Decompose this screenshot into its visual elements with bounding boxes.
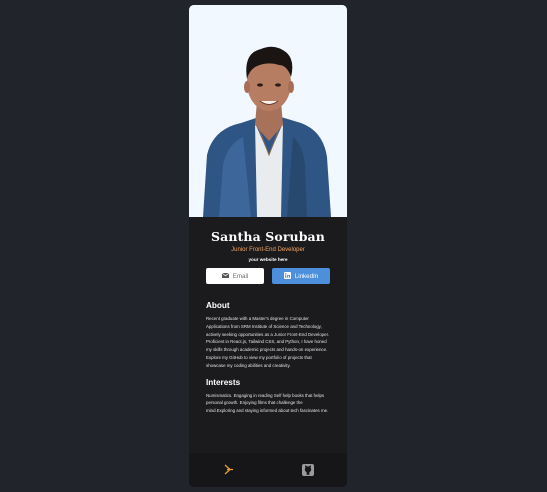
card-footer <box>189 453 347 487</box>
profile-photo <box>189 5 347 217</box>
github-icon[interactable] <box>300 462 316 478</box>
email-button[interactable]: Email <box>206 268 264 284</box>
linkedin-button[interactable]: LinkedIn <box>272 268 330 284</box>
about-text: Recent graduate with a Master's degree i… <box>206 316 330 368</box>
brand-icon[interactable] <box>221 462 237 478</box>
interests-section: Interests Numismatics. Engaging in readi… <box>189 378 347 415</box>
envelope-icon <box>221 272 229 280</box>
linkedin-icon <box>283 271 291 281</box>
email-button-label: Email <box>232 272 249 280</box>
profile-name: Santha Soruban <box>211 229 325 244</box>
interests-heading: Interests <box>206 377 241 387</box>
linkedin-button-label: LinkedIn <box>294 272 319 280</box>
interests-text: Numismatics. Engaging in reading Self he… <box>206 392 329 414</box>
about-heading: About <box>206 301 230 310</box>
about-section: About Recent graduate with a Master's de… <box>189 301 347 370</box>
profile-card: Santha Soruban Junior Front-End Develope… <box>189 5 347 487</box>
profile-photo-image <box>189 5 347 217</box>
profile-role: Junior Front-End Developer <box>231 247 305 253</box>
website-link[interactable]: your website here <box>189 257 347 262</box>
contact-buttons: Email LinkedIn <box>189 268 347 284</box>
